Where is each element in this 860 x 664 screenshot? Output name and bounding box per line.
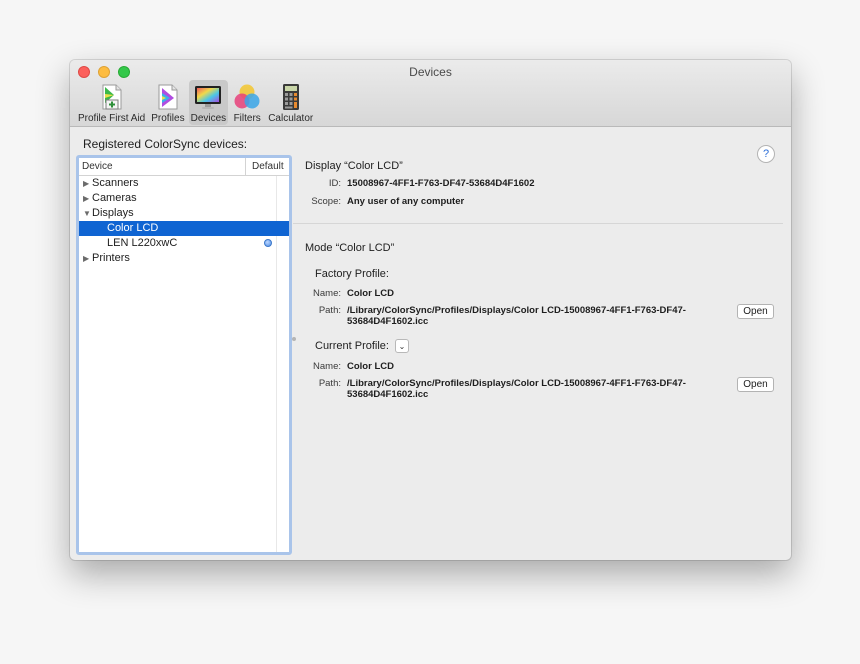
- factory-name-row: Name: Color LCD: [305, 288, 791, 299]
- current-path-row: Path: /Library/ColorSync/Profiles/Displa…: [305, 377, 791, 400]
- toolbar: Profile First Aid Profiles Devices Filte…: [76, 80, 315, 125]
- devices-window: Devices Profile First Aid Profiles Devic…: [70, 60, 791, 560]
- filters-icon: [232, 82, 262, 112]
- display-id-value: 15008967-4FF1-F763-DF47-53684D4F1602: [347, 178, 535, 189]
- toolbar-profile-first-aid[interactable]: Profile First Aid: [76, 80, 147, 125]
- current-name-row: Name: Color LCD: [305, 361, 791, 372]
- current-name-value: Color LCD: [347, 361, 394, 372]
- toolbar-devices[interactable]: Devices: [188, 80, 229, 125]
- device-list-body: ▶ Scanners ▶ Cameras ▼Displays Color LCD L…: [79, 176, 289, 266]
- devices-icon: [193, 82, 223, 112]
- tree-row-cameras[interactable]: ▶ Cameras: [79, 191, 289, 206]
- column-header-device[interactable]: Device: [79, 158, 246, 175]
- display-scope-value: Any user of any computer: [347, 196, 465, 207]
- factory-path-value: /Library/ColorSync/Profiles/Displays/Col…: [347, 305, 686, 327]
- current-profile-dropdown[interactable]: ⌄: [394, 339, 409, 353]
- disclosure-triangle-icon[interactable]: ▶: [83, 176, 92, 191]
- current-profile-heading: Current Profile: ⌄: [315, 339, 791, 353]
- tree-row-color-lcd[interactable]: Color LCD: [79, 221, 289, 236]
- registered-devices-heading: Registered ColorSync devices:: [83, 137, 248, 151]
- current-path-value: /Library/ColorSync/Profiles/Displays/Col…: [347, 378, 686, 400]
- tree-row-printers[interactable]: ▶ Printers: [79, 251, 289, 266]
- profile-first-aid-icon: [97, 82, 127, 112]
- factory-profile-heading: Factory Profile:: [315, 268, 389, 280]
- mode-title: Mode “Color LCD”: [305, 242, 395, 254]
- chevron-down-icon: ⌄: [398, 341, 406, 351]
- tree-row-len-l220xwc[interactable]: LEN L220xwC: [79, 236, 289, 251]
- display-scope-row: Scope: Any user of any computer: [311, 196, 465, 207]
- window-title: Devices: [409, 65, 452, 79]
- column-header-default[interactable]: Default: [246, 158, 289, 175]
- device-detail-panel: Display “Color LCD” ID: 15008967-4FF1-F7…: [293, 160, 791, 406]
- display-title: Display “Color LCD”: [305, 160, 403, 172]
- factory-open-button[interactable]: Open: [737, 304, 774, 319]
- toolbar-calculator[interactable]: Calculator: [266, 80, 315, 125]
- default-device-indicator-icon: [264, 239, 272, 247]
- device-list[interactable]: Device Default ▶ Scanners ▶ Cameras ▼Displ…: [76, 155, 292, 555]
- toolbar-profiles[interactable]: Profiles: [149, 80, 186, 125]
- factory-name-value: Color LCD: [347, 288, 394, 299]
- content-area: Registered ColorSync devices: Device Def…: [70, 127, 791, 559]
- calculator-icon: [276, 82, 306, 112]
- toolbar-filters[interactable]: Filters: [230, 80, 264, 125]
- factory-path-row: Path: /Library/ColorSync/Profiles/Displa…: [305, 304, 791, 327]
- section-divider: [293, 223, 783, 224]
- device-list-header: Device Default: [79, 158, 289, 176]
- titlebar: Devices Profile First Aid Profiles Devic…: [70, 60, 791, 127]
- profiles-icon: [153, 82, 183, 112]
- tree-row-scanners[interactable]: ▶ Scanners: [79, 176, 289, 191]
- current-open-button[interactable]: Open: [737, 377, 774, 392]
- disclosure-triangle-icon[interactable]: ▼: [83, 206, 92, 221]
- disclosure-triangle-icon[interactable]: ▶: [83, 191, 92, 206]
- display-id-row: ID: 15008967-4FF1-F763-DF47-53684D4F1602: [328, 178, 535, 189]
- disclosure-triangle-icon[interactable]: ▶: [83, 251, 92, 266]
- split-view-handle[interactable]: [292, 337, 296, 341]
- tree-row-displays[interactable]: ▼Displays: [79, 206, 289, 221]
